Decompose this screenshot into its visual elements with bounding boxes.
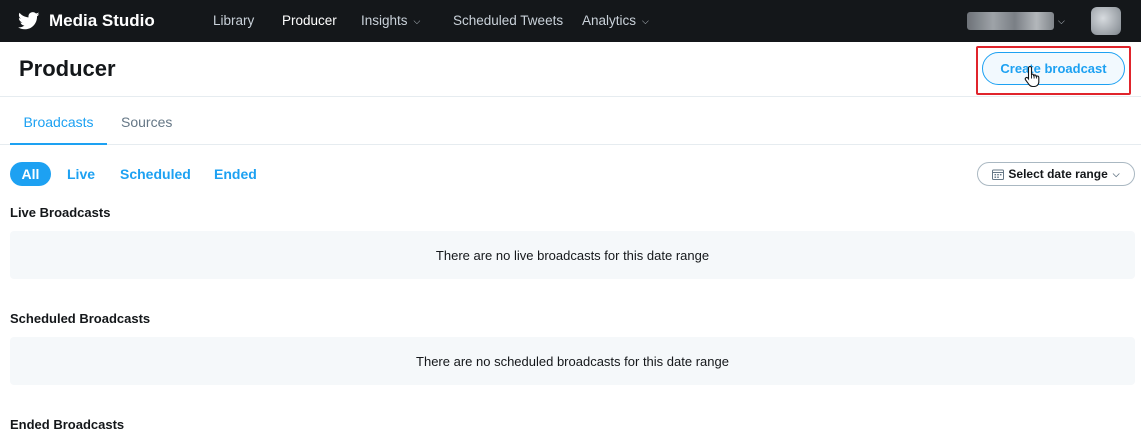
scheduled-broadcasts-empty: There are no scheduled broadcasts for th… [10, 337, 1135, 385]
live-broadcasts-heading: Live Broadcasts [10, 205, 111, 220]
filter-ended[interactable]: Ended [214, 162, 257, 186]
live-broadcasts-empty-text: There are no live broadcasts for this da… [435, 247, 710, 263]
chevron-down-icon: ⌵ [1112, 168, 1120, 179]
nav-item-producer-label: Producer [282, 13, 337, 28]
page-title: Producer [19, 56, 116, 81]
nav-item-insights[interactable]: Insights ⌵ [361, 0, 420, 42]
brand-name: Media Studio [49, 11, 155, 30]
tab-broadcasts[interactable]: Broadcasts [10, 98, 107, 145]
hand-cursor-icon [1024, 65, 1040, 87]
live-broadcasts-empty: There are no live broadcasts for this da… [10, 231, 1135, 279]
page-header: Producer Create broadcast [0, 42, 1141, 97]
tab-bar: Broadcasts Sources [0, 98, 1141, 145]
chevron-down-icon[interactable]: ⌵ [1058, 0, 1065, 42]
tab-sources[interactable]: Sources [121, 98, 172, 145]
calendar-icon [992, 169, 1005, 180]
scheduled-broadcasts-heading: Scheduled Broadcasts [10, 311, 151, 326]
filter-all[interactable]: All [10, 162, 51, 186]
top-nav: Media Studio Library Producer Insights ⌵ … [0, 0, 1141, 42]
scheduled-broadcasts-empty-text: There are no scheduled broadcasts for th… [416, 353, 729, 369]
chevron-down-icon: ⌵ [642, 16, 649, 26]
ended-broadcasts-heading: Ended Broadcasts [10, 417, 125, 432]
tab-sources-label: Sources [121, 114, 173, 130]
nav-item-library-label: Library [213, 13, 255, 28]
create-broadcast-button[interactable]: Create broadcast [982, 52, 1125, 85]
nav-item-scheduled-tweets-label: Scheduled Tweets [453, 13, 564, 28]
filter-live[interactable]: Live [67, 162, 95, 186]
avatar[interactable] [1091, 7, 1121, 35]
nav-item-producer[interactable]: Producer [282, 0, 337, 42]
date-range-select[interactable]: Select date range ⌵ [977, 162, 1135, 186]
twitter-bird-icon [18, 12, 40, 30]
create-broadcast-label: Create broadcast [1000, 61, 1107, 76]
date-range-label: Select date range [1008, 167, 1108, 181]
tab-broadcasts-label: Broadcasts [23, 114, 94, 130]
nav-item-analytics[interactable]: Analytics ⌵ [582, 0, 649, 42]
nav-item-analytics-label: Analytics [582, 13, 637, 28]
brand[interactable]: Media Studio [18, 0, 155, 42]
nav-item-scheduled-tweets[interactable]: Scheduled Tweets [453, 0, 563, 42]
account-name-blurred[interactable] [967, 12, 1054, 30]
filter-scheduled[interactable]: Scheduled [120, 162, 191, 186]
nav-item-library[interactable]: Library [213, 0, 254, 42]
nav-item-insights-label: Insights [361, 13, 408, 28]
chevron-down-icon: ⌵ [413, 16, 421, 26]
